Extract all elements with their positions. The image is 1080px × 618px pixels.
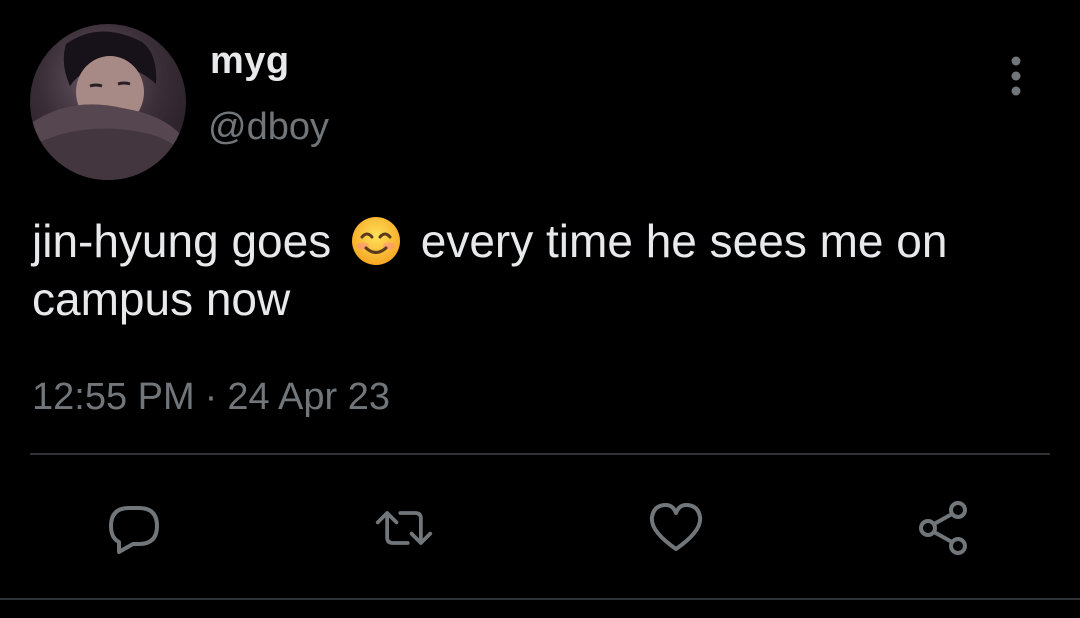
retweet-button[interactable]	[374, 498, 434, 558]
avatar[interactable]	[30, 24, 186, 180]
action-bar	[0, 498, 1080, 558]
heart-icon	[649, 503, 703, 551]
more-vertical-icon	[1011, 56, 1021, 96]
tweet-timestamp[interactable]: 12:55 PM · 24 Apr 23	[32, 376, 390, 419]
smiling-face-emoji-icon	[350, 215, 402, 267]
share-icon	[919, 501, 967, 555]
like-button[interactable]	[646, 498, 706, 558]
retweet-icon	[375, 511, 433, 545]
user-handle[interactable]: @dboy	[208, 106, 329, 149]
more-options-button[interactable]	[996, 52, 1036, 100]
display-name[interactable]: myg	[210, 40, 290, 83]
share-button[interactable]	[914, 498, 974, 558]
tweet-text-part-1: jin-hyung goes	[32, 215, 332, 267]
tweet-date: 24 Apr 23	[227, 376, 390, 418]
reply-button[interactable]	[104, 498, 164, 558]
tweet-container: myg @dboy jin-hyung goes every time he s…	[0, 0, 1080, 618]
tweet-time: 12:55 PM	[32, 376, 195, 418]
bottom-divider	[0, 598, 1080, 600]
comment-icon	[109, 506, 159, 554]
timestamp-separator: ·	[204, 376, 218, 418]
tweet-text: jin-hyung goes every time he sees me on …	[32, 212, 1042, 328]
profile-photo-icon	[30, 31, 186, 180]
divider	[30, 453, 1050, 455]
